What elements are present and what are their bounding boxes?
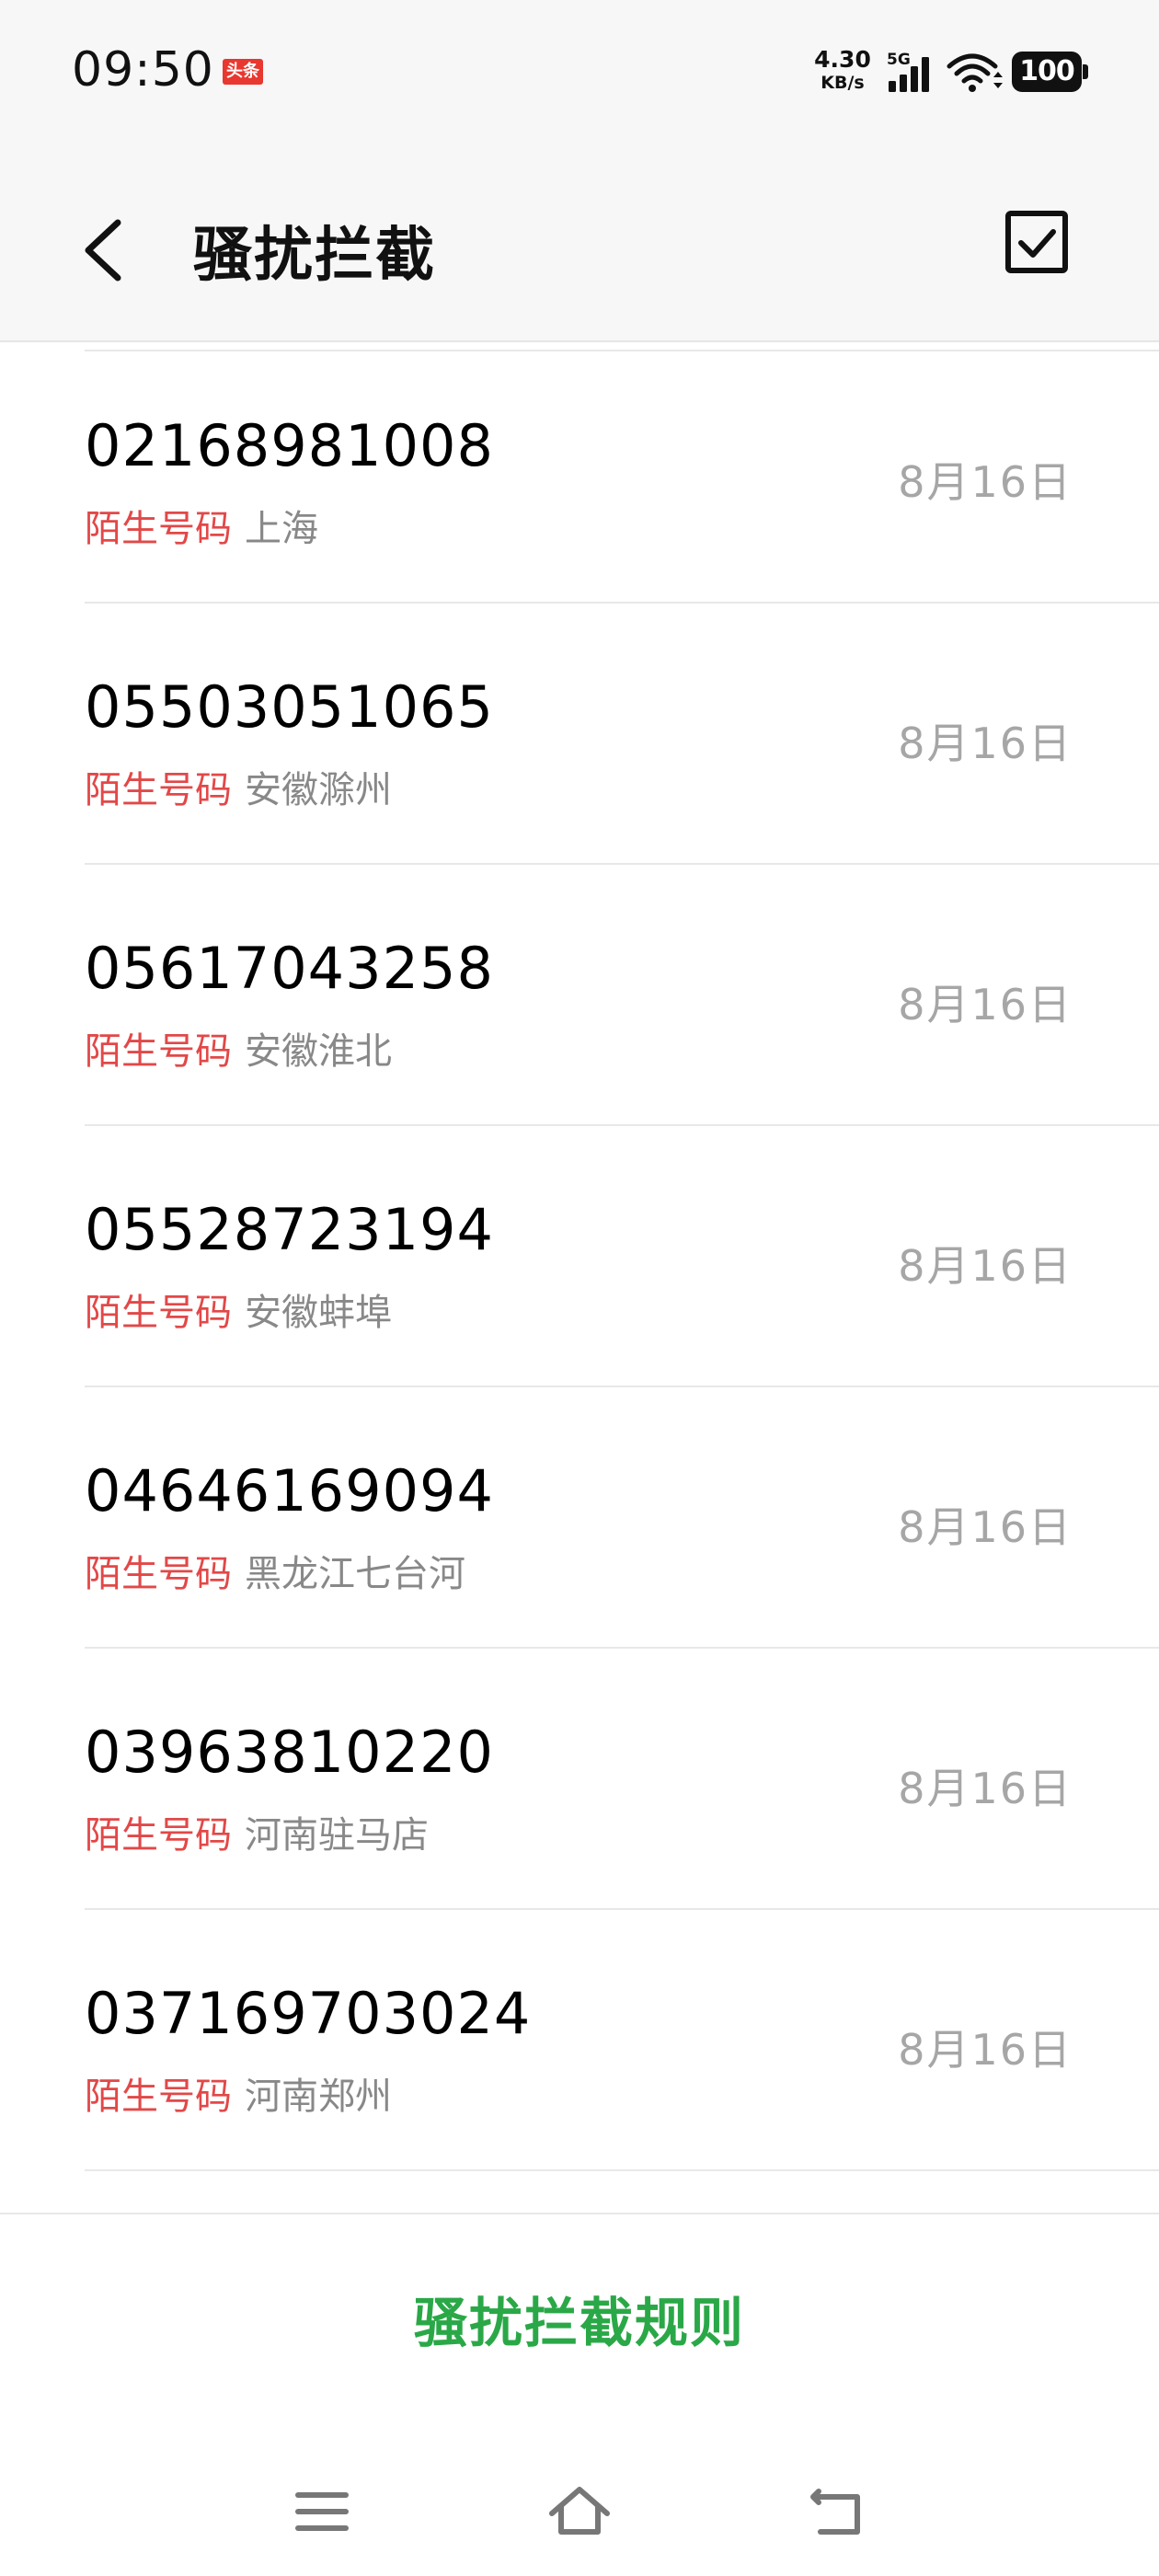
caller-location: 黑龙江七台河 <box>245 1553 465 1595</box>
home-button[interactable] <box>543 2475 616 2548</box>
page-title: 骚扰拦截 <box>193 222 436 290</box>
caller-info: 陌生号码 安徽淮北 <box>85 1021 392 1075</box>
call-date: 8月16日 <box>898 719 1073 768</box>
call-date: 8月16日 <box>898 980 1073 1029</box>
navigation-bar <box>0 2447 1159 2576</box>
checkbox-checked-icon <box>1005 211 1068 273</box>
list-item[interactable]: 05617043258 陌生号码 安徽淮北 8月16日 <box>0 865 1159 1126</box>
stranger-tag: 陌生号码 <box>85 508 232 550</box>
home-icon <box>549 2487 610 2535</box>
phone-number: 04646169094 <box>85 1457 494 1524</box>
phone-number: 05617043258 <box>85 935 494 1002</box>
status-bar: 09:50 头条 4.30 KB/s 5G 100 <box>0 0 1159 147</box>
caller-info: 陌生号码 上海 <box>85 499 318 552</box>
back-icon <box>810 2489 860 2535</box>
caller-location: 河南驻马店 <box>245 1814 429 1857</box>
caller-info: 陌生号码 安徽蚌埠 <box>85 1282 392 1336</box>
call-date: 8月16日 <box>898 2025 1073 2075</box>
caller-location: 上海 <box>245 508 318 550</box>
network-speed-value: 4.30 <box>814 46 871 73</box>
chevron-left-icon <box>85 219 121 282</box>
blocked-calls-list: 02168981008 陌生号码 上海 8月16日 05503051065 陌生号… <box>0 342 1159 2171</box>
row-divider <box>85 2169 1159 2171</box>
call-date: 8月16日 <box>898 457 1073 507</box>
list-item[interactable]: 05503051065 陌生号码 安徽滁州 8月16日 <box>0 604 1159 865</box>
battery-level: 100 <box>1012 52 1082 92</box>
stranger-tag: 陌生号码 <box>85 1553 232 1595</box>
back-button[interactable] <box>64 202 147 294</box>
list-item[interactable]: 04646169094 陌生号码 黑龙江七台河 8月16日 <box>0 1387 1159 1649</box>
stranger-tag: 陌生号码 <box>85 1292 232 1334</box>
stranger-tag: 陌生号码 <box>85 1030 232 1073</box>
caller-location: 安徽蚌埠 <box>245 1292 392 1334</box>
list-item[interactable]: 05528723194 陌生号码 安徽蚌埠 8月16日 <box>0 1126 1159 1387</box>
wifi-icon <box>947 53 1003 92</box>
app-header: 骚扰拦截 <box>0 147 1159 342</box>
status-time: 09:50 <box>72 42 214 98</box>
caller-info: 陌生号码 安徽滁州 <box>85 760 392 813</box>
harassment-rules-button[interactable]: 骚扰拦截规则 <box>304 2272 855 2374</box>
call-date: 8月16日 <box>898 1764 1073 1813</box>
back-nav-button[interactable] <box>800 2475 874 2548</box>
stranger-tag: 陌生号码 <box>85 1814 232 1857</box>
phone-number: 05528723194 <box>85 1196 494 1263</box>
phone-number: 037169703024 <box>85 1980 532 2047</box>
battery-icon: 100 <box>1012 52 1089 92</box>
call-date: 8月16日 <box>898 1241 1073 1291</box>
caller-location: 河南郑州 <box>245 2076 392 2118</box>
news-app-badge: 头条 <box>223 59 263 85</box>
footer-divider <box>0 2213 1159 2214</box>
list-item[interactable]: 03963810220 陌生号码 河南驻马店 8月16日 <box>0 1649 1159 1910</box>
caller-info: 陌生号码 河南郑州 <box>85 2066 392 2120</box>
stranger-tag: 陌生号码 <box>85 2076 232 2118</box>
caller-location: 安徽滁州 <box>245 769 392 811</box>
phone-number: 05503051065 <box>85 673 494 741</box>
caller-info: 陌生号码 河南驻马店 <box>85 1805 429 1858</box>
list-item[interactable]: 037169703024 陌生号码 河南郑州 8月16日 <box>0 1910 1159 2171</box>
list-item[interactable]: 02168981008 陌生号码 上海 8月16日 <box>0 342 1159 604</box>
network-type-label: 5G <box>887 51 911 69</box>
call-date: 8月16日 <box>898 1502 1073 1552</box>
network-speed: 4.30 KB/s <box>813 48 872 92</box>
caller-location: 安徽淮北 <box>245 1030 392 1073</box>
stranger-tag: 陌生号码 <box>85 769 232 811</box>
phone-number: 02168981008 <box>85 412 494 479</box>
phone-number: 03963810220 <box>85 1719 494 1786</box>
menu-button[interactable] <box>285 2475 359 2548</box>
cellular-signal-icon: 5G <box>887 51 929 92</box>
select-mode-button[interactable] <box>999 204 1078 283</box>
menu-icon <box>295 2492 349 2531</box>
network-speed-unit: KB/s <box>820 73 865 93</box>
caller-info: 陌生号码 黑龙江七台河 <box>85 1544 465 1597</box>
